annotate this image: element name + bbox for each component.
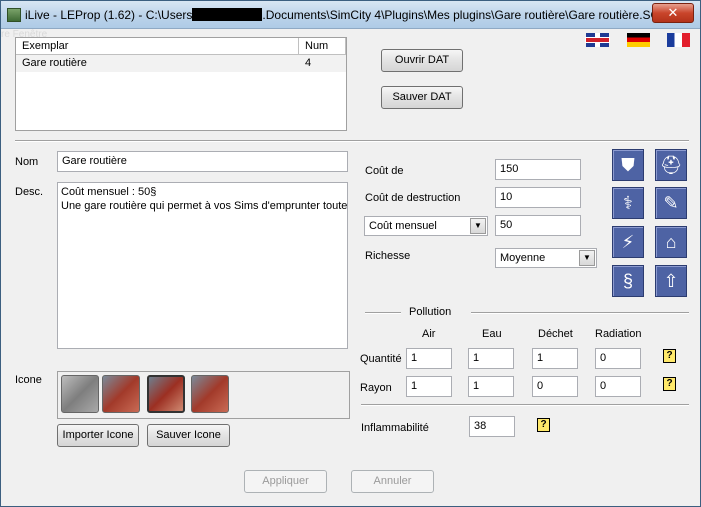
chevron-down-icon[interactable]: ▼ bbox=[579, 250, 595, 266]
destruction-label: Coût de destruction bbox=[365, 192, 461, 204]
chevron-down-icon[interactable]: ▼ bbox=[470, 218, 486, 234]
rayon-air-field[interactable]: 1 bbox=[406, 376, 452, 397]
rayon-eau-field[interactable]: 1 bbox=[468, 376, 514, 397]
column-header-num[interactable]: Num bbox=[299, 38, 346, 54]
exemplar-list-header: Exemplar Num bbox=[16, 38, 346, 55]
icon-thumbnail-color-3[interactable] bbox=[191, 375, 229, 413]
nom-field[interactable]: Gare routière bbox=[57, 151, 348, 172]
import-icon-button[interactable]: Importer Icone bbox=[57, 424, 139, 447]
flammability-divider bbox=[361, 404, 689, 406]
richesse-select[interactable]: Moyenne ▼ bbox=[495, 248, 597, 268]
german-flag-icon[interactable] bbox=[627, 33, 650, 47]
icon-thumbnail-color-1[interactable] bbox=[102, 375, 140, 413]
pollution-col-eau: Eau bbox=[482, 328, 502, 340]
table-row[interactable]: Gare routière 4 bbox=[16, 55, 346, 72]
quantite-radiation-field[interactable]: 0 bbox=[595, 348, 641, 369]
window-title: iLive - LEProp (1.62) - C:\Users .Documen… bbox=[25, 8, 683, 22]
pollution-divider-right bbox=[471, 312, 689, 314]
landmark-icon[interactable]: ⌂ bbox=[655, 226, 687, 258]
fire-helmet-icon[interactable]: ⛑ bbox=[655, 149, 687, 181]
icon-preview-box bbox=[57, 371, 350, 419]
column-header-exemplar[interactable]: Exemplar bbox=[16, 38, 299, 54]
transport-icon[interactable]: ⇧ bbox=[655, 265, 687, 297]
richesse-label: Richesse bbox=[365, 250, 411, 262]
open-dat-button[interactable]: Ouvrir DAT bbox=[381, 49, 463, 72]
quantite-dechet-field[interactable]: 1 bbox=[532, 348, 578, 369]
rayon-label: Rayon bbox=[360, 382, 392, 394]
pollution-col-air: Air bbox=[422, 328, 436, 340]
exemplar-list[interactable]: Exemplar Num Gare routière 4 bbox=[15, 37, 347, 131]
apply-button[interactable]: Appliquer bbox=[244, 470, 327, 493]
destruction-field[interactable]: 10 bbox=[495, 187, 581, 208]
save-dat-button[interactable]: Sauver DAT bbox=[381, 86, 463, 109]
cout-de-field[interactable]: 150 bbox=[495, 159, 581, 180]
icone-label: Icone bbox=[15, 374, 42, 386]
app-icon bbox=[7, 8, 21, 22]
description-field[interactable]: Coût mensuel : 50§ Une gare routière qui… bbox=[57, 182, 348, 349]
rayon-radiation-field[interactable]: 0 bbox=[595, 376, 641, 397]
water-icon[interactable]: § bbox=[612, 265, 644, 297]
quantite-label: Quantité bbox=[360, 353, 402, 365]
pollution-col-dechet: Déchet bbox=[538, 328, 573, 340]
row-exemplar-num: 4 bbox=[305, 57, 312, 69]
pollution-title: Pollution bbox=[409, 306, 452, 318]
education-diploma-icon[interactable]: ✎ bbox=[655, 187, 687, 219]
cancel-button[interactable]: Annuler bbox=[351, 470, 434, 493]
monthly-cost-field[interactable]: 50 bbox=[495, 215, 581, 236]
english-flag-icon[interactable] bbox=[586, 33, 609, 47]
inflammabilite-field[interactable]: 38 bbox=[469, 416, 515, 437]
monthly-cost-select[interactable]: Coût mensuel ▼ bbox=[364, 216, 488, 236]
french-flag-icon[interactable] bbox=[667, 33, 690, 47]
richesse-select-value: Moyenne bbox=[500, 252, 546, 264]
row-exemplar-name: Gare routière bbox=[22, 57, 87, 69]
health-caduceus-icon[interactable]: ⚕ bbox=[612, 187, 644, 219]
nom-label: Nom bbox=[15, 156, 39, 168]
icon-thumbnail-color-2[interactable] bbox=[147, 375, 185, 413]
save-icon-button[interactable]: Sauver Icone bbox=[147, 424, 230, 447]
desc-label: Desc. bbox=[15, 186, 44, 198]
description-line-1: Coût mensuel : 50§ bbox=[61, 186, 157, 198]
help-icon[interactable]: ? bbox=[663, 349, 676, 363]
rayon-dechet-field[interactable]: 0 bbox=[532, 376, 578, 397]
help-icon[interactable]: ? bbox=[663, 377, 676, 391]
inflammabilite-label: Inflammabilité bbox=[361, 422, 429, 434]
power-lightning-icon[interactable]: ⚡ bbox=[612, 226, 644, 258]
icon-thumbnail-grey[interactable] bbox=[61, 375, 99, 413]
title-bar[interactable]: iLive - LEProp (1.62) - C:\Users .Documen… bbox=[1, 1, 700, 29]
help-icon[interactable]: ? bbox=[537, 418, 550, 432]
app-window: iLive - LEProp (1.62) - C:\Users .Documen… bbox=[0, 0, 701, 507]
top-divider bbox=[15, 140, 689, 142]
quantite-air-field[interactable]: 1 bbox=[406, 348, 452, 369]
redacted-username bbox=[192, 8, 263, 21]
pollution-col-radiation: Radiation bbox=[595, 328, 642, 340]
quantite-eau-field[interactable]: 1 bbox=[468, 348, 514, 369]
description-line-2: Une gare routière qui permet à vos Sims … bbox=[61, 200, 348, 212]
monthly-cost-select-value: Coût mensuel bbox=[369, 220, 437, 232]
close-button[interactable]: ✕ bbox=[652, 3, 694, 23]
police-badge-icon[interactable]: ⛊ bbox=[612, 149, 644, 181]
cout-de-label: Coût de bbox=[365, 165, 404, 177]
pollution-divider-left bbox=[365, 312, 401, 314]
